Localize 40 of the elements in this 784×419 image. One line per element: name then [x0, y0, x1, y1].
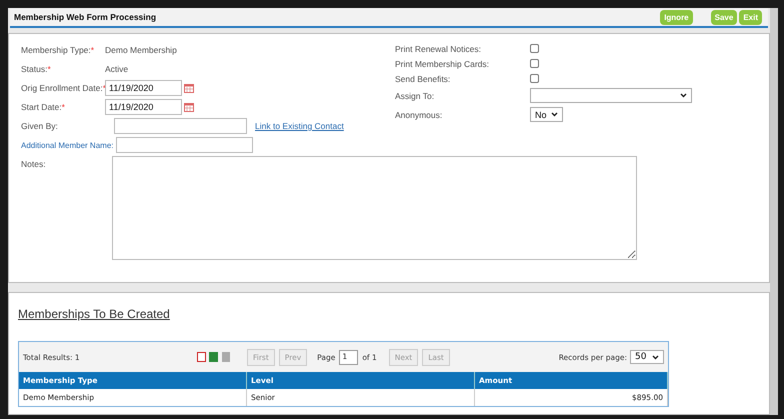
- field-label: Print Renewal Notices:: [395, 44, 482, 54]
- text-field[interactable]: [116, 137, 253, 153]
- export-icons[interactable]: [197, 352, 231, 362]
- field-label: Additional Member Name:: [21, 140, 114, 150]
- field-label: Notes:: [21, 159, 47, 169]
- field-label: Start Date:: [21, 102, 62, 112]
- section-title: Memberships To Be Created: [18, 307, 170, 321]
- required-mark: *: [62, 102, 65, 112]
- date-field[interactable]: 11/19/2020: [105, 99, 182, 115]
- page-title: Membership Web Form Processing: [14, 12, 158, 22]
- field-label: Membership Type:: [21, 45, 91, 55]
- date-field[interactable]: 11/19/2020: [105, 80, 182, 96]
- chevron-icon: [680, 93, 687, 98]
- calendar-icon[interactable]: [184, 102, 194, 112]
- chevron-icon: [550, 112, 558, 117]
- field-label: Anonymous:: [395, 110, 444, 120]
- per-page-dropdown[interactable]: 50: [630, 350, 664, 364]
- field-label: Orig Enrollment Date:: [21, 83, 103, 93]
- exit-button[interactable]: Exit: [739, 10, 762, 24]
- chevron-icon: [652, 354, 659, 360]
- field-value: Demo Membership: [105, 45, 177, 55]
- calendar-icon[interactable]: [184, 84, 194, 92]
- ignore-button[interactable]: Ignore: [660, 10, 693, 24]
- field-label: Given By:: [21, 121, 58, 131]
- required-mark: *: [47, 64, 51, 74]
- field-label: Status:: [21, 64, 48, 74]
- dropdown[interactable]: [530, 88, 692, 103]
- checkbox[interactable]: [530, 44, 539, 53]
- save-button[interactable]: Save: [710, 10, 738, 24]
- field-label: Send Benefits:: [395, 74, 452, 84]
- checkbox[interactable]: [530, 59, 539, 68]
- existing-contact-link[interactable]: Link to Existing Contact: [255, 121, 344, 131]
- dropdown[interactable]: No: [530, 107, 563, 122]
- field-label: Assign To:: [395, 90, 436, 100]
- field-value: Active: [105, 64, 128, 74]
- notes-field[interactable]: [112, 156, 637, 260]
- required-mark: *: [90, 45, 94, 55]
- field-label: Print Membership Cards:: [395, 58, 490, 68]
- text-field[interactable]: [114, 118, 247, 134]
- checkbox[interactable]: [530, 74, 539, 83]
